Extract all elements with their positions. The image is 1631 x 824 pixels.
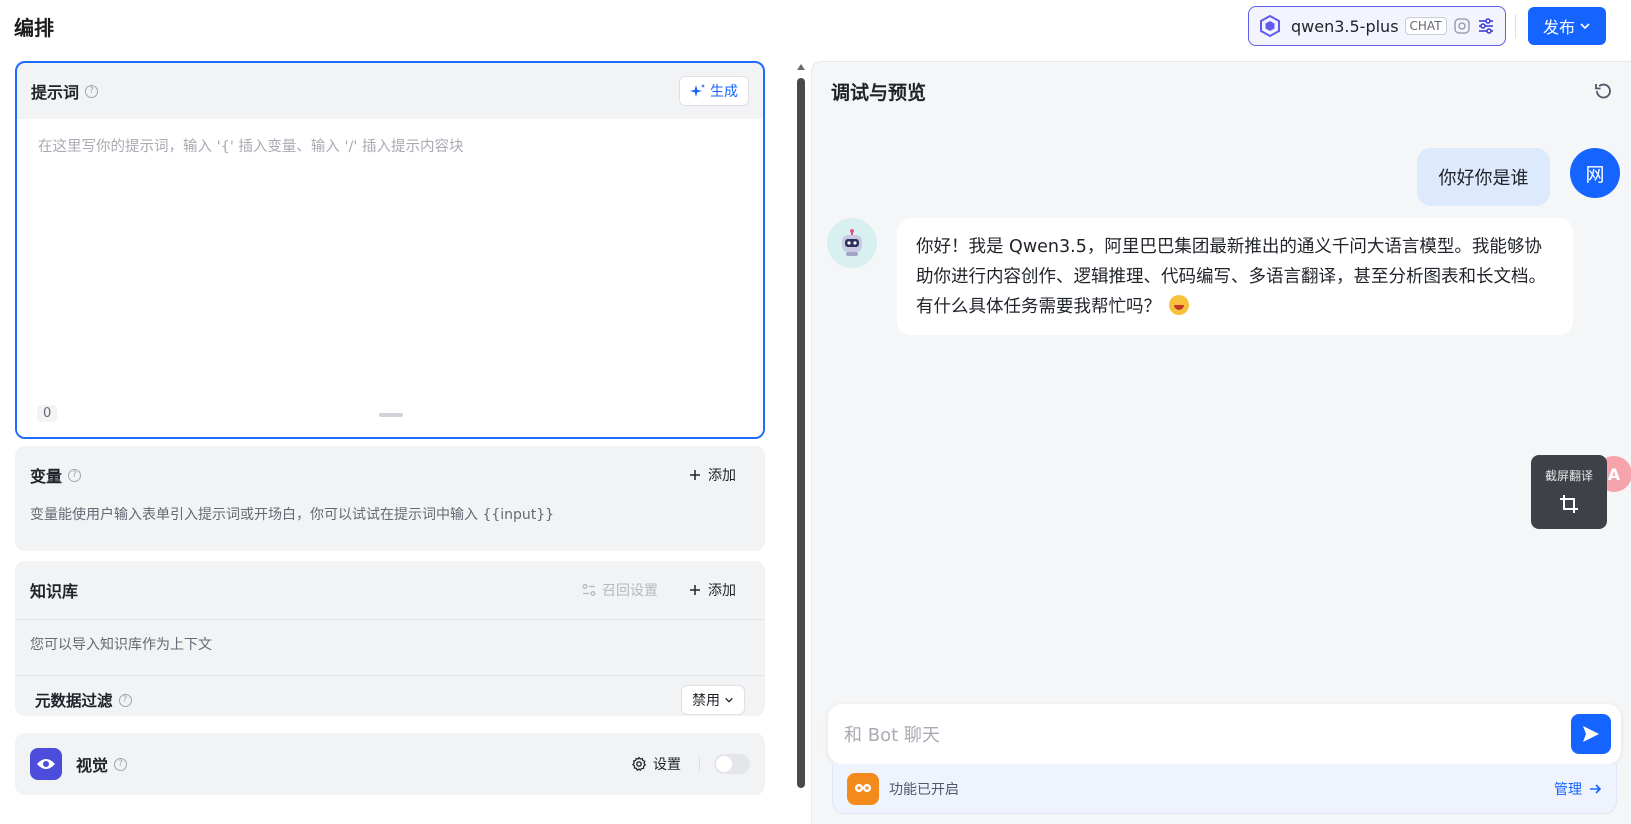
sparkle-icon: [690, 84, 705, 97]
knowledge-header: 知识库 召回设置 添加: [15, 561, 765, 619]
variables-title: 变量: [30, 467, 63, 486]
knowledge-card: 知识库 召回设置 添加 您可以导入知识库作为上下文 元数据过滤 ? 禁用: [15, 561, 765, 716]
prompt-card: 提示词 ? 生成 在这里写你的提示词，输入 '{' 插入变量、输入 '/' 插入…: [15, 61, 765, 439]
bot-message: 你好！我是 Qwen3.5，阿里巴巴集团最新推出的通义千问大语言模型。我能够协助…: [897, 218, 1573, 335]
user-avatar[interactable]: 网: [1570, 148, 1620, 198]
prompt-editor[interactable]: 在这里写你的提示词，输入 '{' 插入变量、输入 '/' 插入提示内容块 0: [17, 119, 763, 437]
divider: [699, 756, 700, 772]
knowledge-title: 知识库: [30, 582, 79, 601]
resize-handle[interactable]: [379, 413, 403, 417]
variables-description: 变量能使用户输入表单引入提示词或开场白，你可以试试在提示词中输入 {{input…: [30, 507, 555, 523]
help-icon[interactable]: ?: [85, 84, 99, 98]
chat-input[interactable]: 和 Bot 聊天: [828, 704, 1621, 764]
send-icon: [1583, 726, 1599, 742]
model-selector[interactable]: qwen3.5-plus CHAT: [1248, 6, 1506, 46]
top-bar: 编排 qwen3.5-plus CHAT 发布: [0, 0, 1631, 56]
screenshot-translate-widget[interactable]: 截屏翻译: [1531, 455, 1607, 529]
generate-button[interactable]: 生成: [679, 76, 749, 106]
char-count: 0: [37, 405, 58, 422]
add-knowledge-button[interactable]: 添加: [688, 580, 750, 600]
variables-header: 变量 ? 添加: [15, 446, 765, 504]
vision-settings-label: 设置: [653, 757, 681, 773]
bot-message-text: 你好！我是 Qwen3.5，阿里巴巴集团最新推出的通义千问大语言模型。我能够协助…: [916, 237, 1546, 317]
publish-label: 发布: [1542, 18, 1575, 37]
model-settings-icon[interactable]: [1477, 17, 1495, 35]
header-divider: [1515, 14, 1516, 38]
manage-link[interactable]: 管理: [1554, 779, 1602, 799]
generate-label: 生成: [710, 84, 738, 100]
help-icon[interactable]: ?: [68, 468, 82, 482]
arrow-right-icon: [1590, 783, 1602, 794]
gear-icon: [631, 756, 647, 772]
metadata-filter-select[interactable]: 禁用: [681, 685, 745, 715]
knowledge-description: 您可以导入知识库作为上下文: [30, 637, 212, 653]
metadata-filter-row: 元数据过滤 ? 禁用: [15, 676, 765, 724]
features-bar: 功能已开启 管理: [832, 764, 1617, 814]
recall-settings-icon: [582, 584, 596, 596]
scroll-up-icon[interactable]: [795, 62, 807, 72]
crop-icon: [1560, 495, 1578, 513]
prompt-placeholder: 在这里写你的提示词，输入 '{' 插入变量、输入 '/' 插入提示内容块: [38, 139, 464, 155]
send-button[interactable]: [1571, 714, 1611, 754]
vision-settings-button[interactable]: 设置: [631, 754, 681, 774]
chat-input-placeholder: 和 Bot 聊天: [844, 725, 940, 746]
smile-emoji-icon: [1169, 295, 1189, 315]
quote-icon: [847, 772, 879, 805]
plus-icon: [690, 585, 700, 595]
recall-settings-label: 召回设置: [602, 583, 658, 599]
preview-title: 调试与预览: [831, 82, 927, 104]
add-variable-label: 添加: [708, 468, 736, 484]
manage-label: 管理: [1554, 781, 1582, 798]
metadata-filter-value: 禁用: [692, 693, 720, 709]
chevron-down-icon: [1580, 23, 1590, 30]
variables-card: 变量 ? 添加 变量能使用户输入表单引入提示词或开场白，你可以试试在提示词中输入…: [15, 446, 765, 551]
publish-button[interactable]: 发布: [1528, 7, 1606, 45]
model-name: qwen3.5-plus: [1291, 16, 1399, 36]
reset-icon[interactable]: [1592, 80, 1614, 102]
screenshot-translate-label: 截屏翻译: [1544, 469, 1593, 483]
help-icon[interactable]: ?: [114, 757, 128, 771]
vision-header: 视觉 ? 设置: [15, 733, 765, 795]
prompt-header: 提示词 ? 生成: [17, 63, 763, 119]
model-logo-icon: [1257, 13, 1283, 39]
model-badge-icon: [1453, 17, 1471, 35]
add-knowledge-label: 添加: [708, 583, 736, 599]
vision-title: 视觉: [76, 756, 109, 775]
model-mode-tag: CHAT: [1404, 17, 1447, 35]
features-status: 功能已开启: [889, 781, 959, 798]
eye-icon: [30, 748, 62, 780]
scrollbar-thumb[interactable]: [797, 78, 805, 788]
robot-icon: [842, 229, 862, 256]
prompt-title: 提示词: [31, 83, 80, 102]
vision-card: 视觉 ? 设置: [15, 733, 765, 795]
help-icon[interactable]: ?: [118, 693, 132, 707]
user-message: 你好你是谁: [1417, 148, 1550, 206]
page-title: 编排: [14, 16, 54, 40]
metadata-filter-label: 元数据过滤: [35, 692, 113, 710]
plus-icon: [690, 470, 700, 480]
bot-avatar: [827, 218, 877, 268]
preview-panel: 调试与预览 你好你是谁 网 你好！我是 Qwen3.5，阿里巴巴集团最新推出的通…: [811, 61, 1631, 824]
add-variable-button[interactable]: 添加: [688, 465, 750, 485]
recall-settings-button[interactable]: 召回设置: [582, 580, 658, 600]
vision-toggle[interactable]: [714, 754, 750, 774]
chevron-down-icon: [725, 697, 733, 703]
